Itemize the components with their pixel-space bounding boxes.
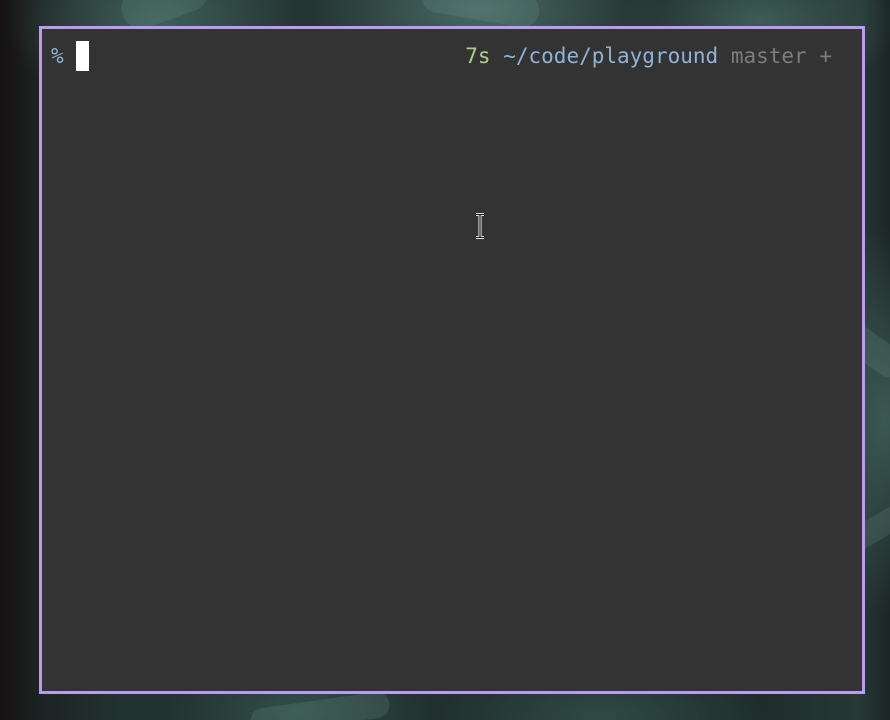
wallpaper-shape bbox=[248, 690, 392, 720]
prompt-line[interactable]: % 7s ~/code/playground master + bbox=[42, 41, 862, 71]
right-prompt: 7s ~/code/playground master + bbox=[465, 41, 832, 71]
prompt-symbol: % bbox=[51, 44, 64, 68]
git-dirty-marker: + bbox=[819, 44, 832, 68]
text-cursor bbox=[76, 41, 89, 71]
current-directory: ~/code/playground bbox=[503, 44, 719, 68]
text-ibeam-cursor-icon bbox=[476, 213, 484, 239]
terminal-window[interactable]: % 7s ~/code/playground master + bbox=[39, 26, 865, 694]
elapsed-time: 7s bbox=[465, 44, 491, 68]
git-branch: master bbox=[730, 44, 807, 68]
